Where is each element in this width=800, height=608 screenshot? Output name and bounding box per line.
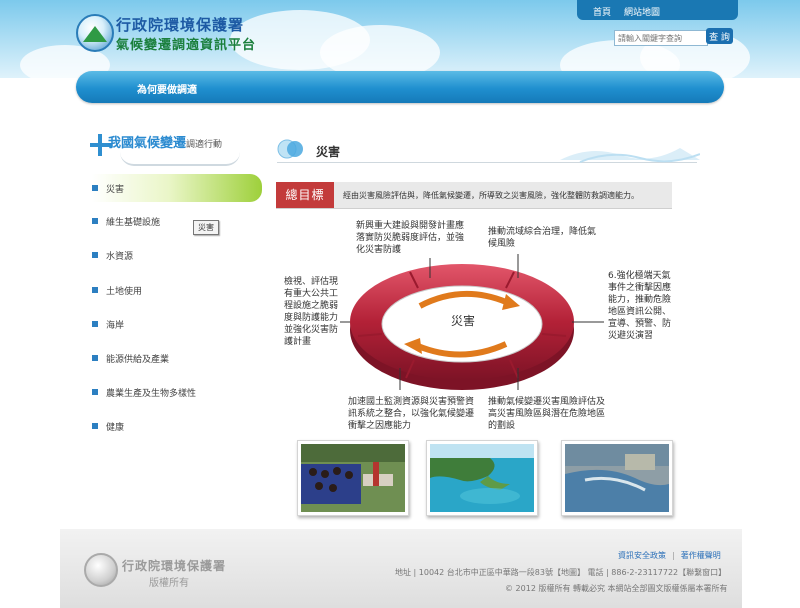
photo-coast-aerial <box>426 440 538 516</box>
page-title: 災害 <box>316 145 341 159</box>
nav-sitemap-link[interactable]: 網站地圖 <box>624 5 660 18</box>
bullet-icon <box>92 423 98 429</box>
sidebar-item-health[interactable]: 健康 <box>92 419 262 435</box>
bullet-icon <box>92 252 98 258</box>
search-input[interactable] <box>614 30 708 46</box>
diagram-center-label: 災害 <box>451 314 476 328</box>
sidebar-item-infrastructure[interactable]: 維生基礎設施 <box>92 214 262 230</box>
strategy-4: 推動氣候變遷災害風險評估及高災害風險區與潛在危險地區的劃設 <box>488 397 606 431</box>
hover-tooltip: 災害 <box>193 220 219 235</box>
footer-rights: 版權所有 <box>149 578 189 589</box>
footer-links: 資訊安全政策 | 著作權聲明 <box>618 551 721 560</box>
bullet-icon <box>92 185 98 191</box>
bullet-icon <box>92 218 98 224</box>
sidebar-item-label: 海岸 <box>106 321 125 331</box>
sidebar-item-energy[interactable]: 能源供給及產業 <box>92 351 262 367</box>
sidebar-item-label: 土地使用 <box>106 287 143 297</box>
photo-river-mouth <box>561 440 673 516</box>
epa-logo-icon[interactable] <box>76 14 114 52</box>
bullet-icon <box>92 355 98 361</box>
sidebar-item-land-use[interactable]: 土地使用 <box>92 283 262 299</box>
banner-label[interactable]: 為何要做調適 <box>137 81 197 96</box>
footer-copyright-link[interactable]: 著作權聲明 <box>681 551 721 560</box>
sidebar-item-label: 災害 <box>106 185 125 195</box>
sidebar-item-agriculture[interactable]: 農業生產及生物多樣性 <box>92 385 262 401</box>
sidebar-header: 我國氣候變遷調適行動 <box>90 130 250 166</box>
adaptation-diagram: 災害 新興重大建設與開發計畫應落實防災脆弱度評估，並強化災害防護 推動流域綜合治… <box>280 218 680 438</box>
bullet-icon <box>92 321 98 327</box>
sidebar-item-label: 健康 <box>106 423 125 433</box>
footer-copyright: © 2012 版權所有 轉載必究 本網站全部圖文版權係屬本署所有 <box>505 584 728 593</box>
strategy-5: 加速國土監測資源與災害預警資訊系統之整合，以強化氣候變遷衝擊之因應能力 <box>348 397 475 431</box>
strategy-2: 推動流域綜合治理，降低氣候風險 <box>488 227 597 249</box>
strategy-1: 新興重大建設與開發計畫應落實防災脆弱度評估，並強化災害防護 <box>356 221 465 255</box>
footer-security-policy-link[interactable]: 資訊安全政策 <box>618 551 666 560</box>
sidebar-title-suffix: 調適行動 <box>186 140 223 150</box>
people-drill-image <box>301 444 405 512</box>
coastline-image <box>430 444 534 512</box>
wave-decoration-icon <box>560 148 700 163</box>
site-subtitle[interactable]: 氣候變遷調適資訊平台 <box>116 34 256 53</box>
sidebar-item-water[interactable]: 水資源 <box>92 248 262 264</box>
search-button[interactable]: 查 詢 <box>706 28 733 44</box>
sidebar-item-disaster[interactable]: 災害 <box>92 174 262 202</box>
goal-label: 總目標 <box>276 182 334 208</box>
footer-org-name: 行政院環境保護署 <box>122 559 227 573</box>
sidebar-item-label: 能源供給及產業 <box>106 355 170 365</box>
sidebar-title-main: 我國氣候變遷 <box>108 136 187 151</box>
bullet-icon <box>92 287 98 293</box>
photo-disaster-drill <box>297 440 409 516</box>
sidebar-title: 我國氣候變遷調適行動 <box>108 132 222 151</box>
river-aerial-image <box>565 444 669 512</box>
strategy-3: 6.強化極端天氣事件之衝擊因應能力，推動危險地區資訊公開、宣導、預警、防災避災演… <box>608 271 672 341</box>
footer-logo-icon <box>84 553 118 587</box>
goal-text: 經由災害風險評估與，降低氣候變遷，所導致之災害風險，強化整體防救調適能力。 <box>343 191 639 200</box>
sidebar-item-label: 維生基礎設施 <box>106 218 161 228</box>
section-bubble-icon <box>277 139 303 159</box>
nav-home-link[interactable]: 首頁 <box>593 5 611 18</box>
footer-address: 地址 | 10042 台北市中正區中華路一段83號【地圖】 電話 | 886-2… <box>395 568 727 577</box>
sidebar-item-label: 農業生產及生物多樣性 <box>106 389 197 399</box>
section-banner: 為何要做調適 <box>76 71 724 103</box>
sidebar-item-label: 水資源 <box>106 252 134 262</box>
top-nav: 首頁 網站地圖 <box>577 0 738 20</box>
bullet-icon <box>92 389 98 395</box>
site-title[interactable]: 行政院環境保護署 <box>116 14 244 35</box>
sidebar-item-coast[interactable]: 海岸 <box>92 317 262 333</box>
strategy-6: 檢視、評估現有重大公共工程設施之脆弱度與防護能力並強化災害防護計畫 <box>284 277 339 347</box>
